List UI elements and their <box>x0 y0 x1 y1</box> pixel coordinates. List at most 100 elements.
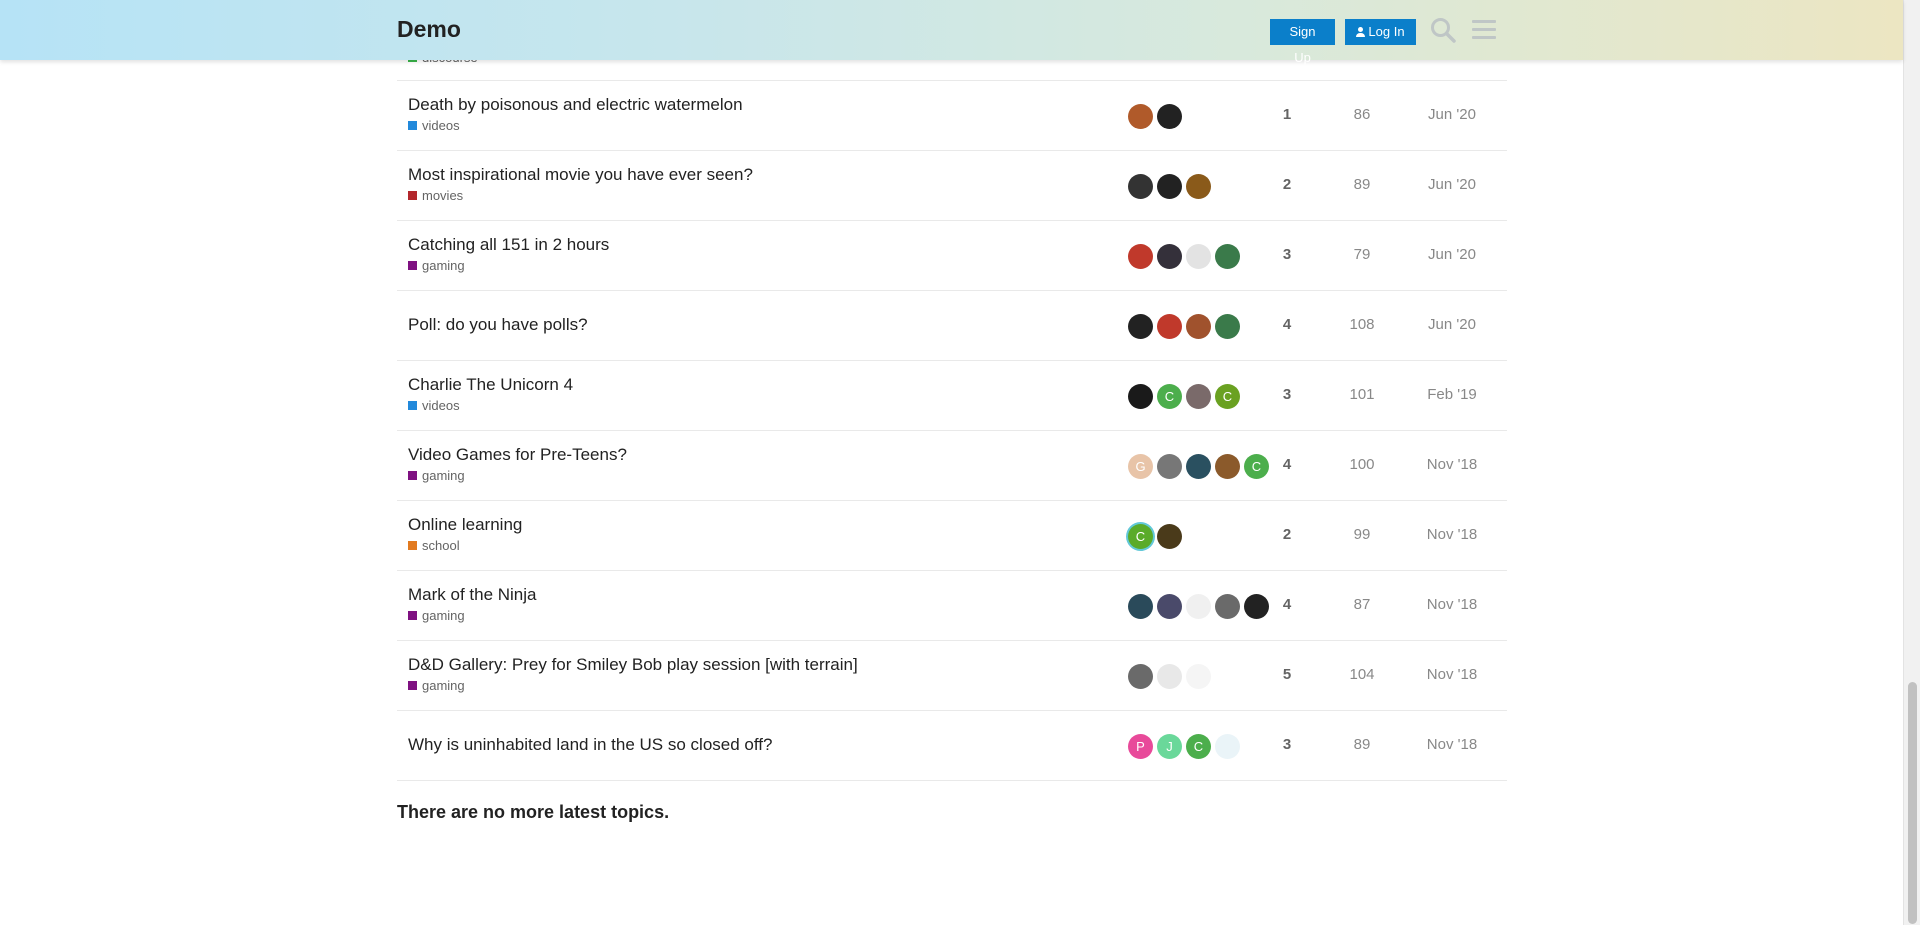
activity-date[interactable]: Jun '20 <box>1402 176 1502 193</box>
sign-up-button[interactable]: Sign Up <box>1270 19 1335 65</box>
topic-title[interactable]: Death by poisonous and electric watermel… <box>408 95 743 115</box>
no-more-topics-message: There are no more latest topics. <box>397 802 670 822</box>
avatar[interactable] <box>1157 244 1182 269</box>
topic-row[interactable]: Video Games for Pre-Teens? gaming G C 4 100… <box>397 431 1507 501</box>
reply-count[interactable]: 1 <box>1257 106 1317 123</box>
view-count: 79 <box>1353 246 1371 263</box>
avatar[interactable] <box>1157 524 1182 549</box>
topic-row[interactable]: Most inspirational movie you have ever s… <box>397 151 1507 221</box>
topic-title[interactable]: Video Games for Pre-Teens? <box>408 445 627 465</box>
log-in-button[interactable]: Log In <box>1345 19 1416 45</box>
reply-count[interactable]: 4 <box>1257 596 1317 613</box>
category-label: movies <box>422 188 464 203</box>
category-label: gaming <box>422 258 465 273</box>
site-logo-text[interactable]: Demo <box>397 16 461 43</box>
reply-count[interactable]: 2 <box>1257 176 1317 193</box>
topic-row[interactable]: Online learning school C 2 99 Nov '18 <box>397 501 1507 571</box>
topic-title[interactable]: Most inspirational movie you have ever s… <box>408 165 753 185</box>
reply-count[interactable]: 3 <box>1257 246 1317 263</box>
reply-count[interactable]: 5 <box>1257 666 1317 683</box>
activity-date[interactable]: Nov '18 <box>1402 596 1502 613</box>
avatar[interactable] <box>1186 174 1211 199</box>
reply-count[interactable]: 4 <box>1257 316 1317 333</box>
avatar[interactable]: J <box>1157 734 1182 759</box>
avatar[interactable] <box>1128 664 1153 689</box>
activity-date[interactable]: Nov '18 <box>1402 456 1502 473</box>
avatar[interactable]: C <box>1215 384 1240 409</box>
activity-date[interactable]: Jun '20 <box>1402 316 1502 333</box>
avatar[interactable] <box>1215 314 1240 339</box>
topic-row[interactable]: Death by poisonous and electric watermel… <box>397 81 1507 151</box>
topic-category[interactable]: gaming <box>408 258 465 273</box>
reply-count[interactable]: 2 <box>1257 526 1317 543</box>
topic-row[interactable]: Why is uninhabited land in the US so clo… <box>397 711 1507 781</box>
avatar[interactable]: C <box>1128 524 1153 549</box>
activity-date[interactable]: Nov '18 <box>1402 666 1502 683</box>
avatar[interactable] <box>1215 454 1240 479</box>
scrollbar-thumb[interactable] <box>1908 682 1917 924</box>
topic-row[interactable]: Mark of the Ninja gaming 4 87 Nov '18 <box>397 571 1507 641</box>
topic-category[interactable]: movies <box>408 188 463 203</box>
avatar[interactable] <box>1215 734 1240 759</box>
topic-title[interactable]: Online learning <box>408 515 522 535</box>
topic-row[interactable]: Catching all 151 in 2 hours gaming 3 79 Ju… <box>397 221 1507 291</box>
topic-posters <box>1128 104 1186 129</box>
category-swatch <box>408 261 417 270</box>
reply-count[interactable]: 3 <box>1257 386 1317 403</box>
avatar[interactable] <box>1186 664 1211 689</box>
avatar[interactable] <box>1128 314 1153 339</box>
avatar[interactable] <box>1186 594 1211 619</box>
avatar[interactable]: G <box>1128 454 1153 479</box>
view-count: 99 <box>1353 526 1371 543</box>
avatar[interactable] <box>1186 454 1211 479</box>
topic-title[interactable]: Poll: do you have polls? <box>408 315 588 335</box>
topic-category[interactable]: school <box>408 538 460 553</box>
topic-category[interactable]: videos <box>408 398 460 413</box>
activity-date[interactable]: Nov '18 <box>1402 736 1502 753</box>
avatar[interactable]: C <box>1157 384 1182 409</box>
hamburger-menu-icon[interactable] <box>1472 20 1496 42</box>
avatar[interactable]: P <box>1128 734 1153 759</box>
avatar[interactable] <box>1157 314 1182 339</box>
topic-title[interactable]: Charlie The Unicorn 4 <box>408 375 573 395</box>
avatar[interactable] <box>1128 104 1153 129</box>
scrollbar[interactable] <box>1903 0 1920 925</box>
topic-list: discourse Death by poisonous and electri… <box>397 22 1507 781</box>
avatar[interactable] <box>1128 174 1153 199</box>
avatar[interactable] <box>1128 594 1153 619</box>
activity-date[interactable]: Feb '19 <box>1402 386 1502 403</box>
topic-category[interactable]: videos <box>408 118 460 133</box>
reply-count[interactable]: 4 <box>1257 456 1317 473</box>
avatar[interactable]: C <box>1186 734 1211 759</box>
topic-row[interactable]: Poll: do you have polls? 4 108 Jun '20 <box>397 291 1507 361</box>
view-count: 100 <box>1349 456 1375 473</box>
avatar[interactable] <box>1215 244 1240 269</box>
topic-row[interactable]: Charlie The Unicorn 4 videos C C 3 101 Feb '… <box>397 361 1507 431</box>
avatar[interactable] <box>1157 104 1182 129</box>
avatar[interactable] <box>1186 384 1211 409</box>
topic-category[interactable]: gaming <box>408 608 465 623</box>
topic-category[interactable]: gaming <box>408 678 465 693</box>
topic-title[interactable]: Catching all 151 in 2 hours <box>408 235 609 255</box>
avatar[interactable] <box>1215 594 1240 619</box>
category-swatch <box>408 121 417 130</box>
avatar[interactable] <box>1157 174 1182 199</box>
avatar[interactable] <box>1157 454 1182 479</box>
search-icon[interactable] <box>1430 17 1456 43</box>
avatar[interactable] <box>1128 244 1153 269</box>
topic-title[interactable]: D&D Gallery: Prey for Smiley Bob play se… <box>408 655 858 675</box>
activity-date[interactable]: Jun '20 <box>1402 106 1502 123</box>
avatar[interactable] <box>1157 664 1182 689</box>
reply-count[interactable]: 3 <box>1257 736 1317 753</box>
avatar[interactable] <box>1128 384 1153 409</box>
topic-category[interactable]: gaming <box>408 468 465 483</box>
activity-date[interactable]: Jun '20 <box>1402 246 1502 263</box>
topic-title[interactable]: Why is uninhabited land in the US so clo… <box>408 735 772 755</box>
avatar[interactable] <box>1186 314 1211 339</box>
topic-title[interactable]: Mark of the Ninja <box>408 585 537 605</box>
avatar[interactable] <box>1186 244 1211 269</box>
user-icon <box>1356 27 1366 37</box>
avatar[interactable] <box>1157 594 1182 619</box>
topic-row[interactable]: D&D Gallery: Prey for Smiley Bob play se… <box>397 641 1507 711</box>
activity-date[interactable]: Nov '18 <box>1402 526 1502 543</box>
